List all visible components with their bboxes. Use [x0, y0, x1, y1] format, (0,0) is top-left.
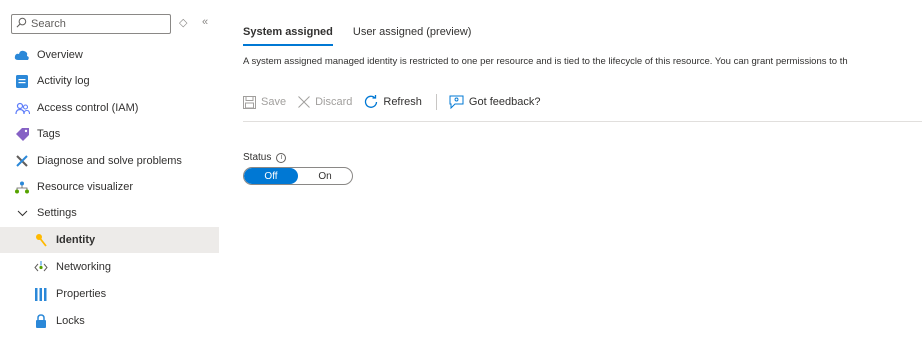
sidebar-item-label: Activity log — [37, 75, 90, 87]
sidebar-item-properties[interactable]: Properties — [0, 281, 219, 307]
save-button[interactable]: Save — [243, 95, 287, 109]
command-bar: Save Discard Refresh Got feedback? — [243, 94, 552, 110]
lock-icon — [33, 313, 49, 329]
status-label-text: Status — [243, 152, 272, 163]
sidebar-item-label: Diagnose and solve problems — [37, 155, 182, 167]
sidebar-item-label: Resource visualizer — [37, 181, 133, 193]
sidebar-item-label: Networking — [56, 261, 112, 273]
sidebar-item-label: Settings — [37, 207, 77, 219]
save-label: Save — [261, 96, 287, 108]
tab-user-assigned[interactable]: User assigned (preview) — [353, 26, 472, 46]
sidebar-item-label: Tags — [37, 128, 61, 140]
activity-log-icon — [14, 73, 30, 89]
sidebar-item-label: Locks — [56, 315, 85, 327]
people-icon — [14, 100, 30, 116]
properties-icon — [33, 286, 49, 302]
toolbar-divider — [243, 121, 922, 122]
refresh-label: Refresh — [383, 96, 422, 108]
search-icon — [16, 17, 27, 31]
left-navigation: ◇ « Overview Activity log Access control… — [0, 0, 219, 340]
sidebar-item-resource-visualizer[interactable]: Resource visualizer — [0, 174, 219, 200]
search-input[interactable] — [27, 18, 157, 30]
key-icon — [33, 232, 49, 248]
identity-tabs: System assigned User assigned (preview) — [243, 26, 491, 46]
feedback-icon — [449, 95, 464, 109]
save-icon — [243, 95, 256, 109]
search-row: ◇ « — [11, 14, 219, 34]
sidebar-item-diagnose[interactable]: Diagnose and solve problems — [0, 148, 219, 174]
network-icon — [33, 259, 49, 275]
discard-button[interactable]: Discard — [298, 96, 352, 108]
sidebar-item-identity[interactable]: Identity — [0, 227, 219, 253]
search-box[interactable] — [11, 14, 171, 34]
sidebar-item-label: Properties — [56, 288, 107, 300]
status-label: Status i — [243, 152, 287, 163]
sidebar-item-label: Access control (IAM) — [37, 102, 139, 114]
sidebar-group-settings[interactable]: Settings — [0, 200, 219, 226]
info-icon[interactable]: i — [276, 152, 287, 163]
sidebar-item-activity-log[interactable]: Activity log — [0, 68, 219, 94]
close-icon — [298, 96, 310, 108]
refresh-button[interactable]: Refresh — [364, 95, 422, 109]
cloud-icon — [14, 47, 30, 63]
tag-icon — [14, 126, 30, 142]
hierarchy-icon — [14, 179, 30, 195]
feedback-button[interactable]: Got feedback? — [449, 95, 541, 109]
sidebar-item-access-control[interactable]: Access control (IAM) — [0, 95, 219, 121]
description-text: A system assigned managed identity is re… — [243, 56, 848, 67]
sidebar-item-locks[interactable]: Locks — [0, 308, 219, 334]
sidebar-item-networking[interactable]: Networking — [0, 254, 219, 280]
sidebar-item-label: Overview — [37, 49, 83, 61]
expand-collapse-icon[interactable]: ◇ — [179, 16, 187, 29]
discard-label: Discard — [315, 96, 353, 108]
wrench-icon — [14, 153, 30, 169]
toolbar-separator — [435, 94, 437, 110]
chevron-down-icon — [14, 205, 30, 221]
sidebar-item-overview[interactable]: Overview — [0, 42, 219, 68]
status-off-option[interactable]: Off — [244, 168, 298, 184]
sidebar-item-label: Identity — [56, 234, 96, 246]
feedback-label: Got feedback? — [468, 96, 541, 108]
tab-system-assigned[interactable]: System assigned — [243, 26, 333, 46]
collapse-sidebar-icon[interactable]: « — [202, 16, 208, 28]
status-toggle[interactable]: Off On — [243, 167, 353, 185]
sidebar-item-tags[interactable]: Tags — [0, 121, 219, 147]
refresh-icon — [364, 95, 378, 109]
status-on-option[interactable]: On — [298, 168, 352, 184]
main-content: System assigned User assigned (preview) … — [243, 0, 922, 340]
